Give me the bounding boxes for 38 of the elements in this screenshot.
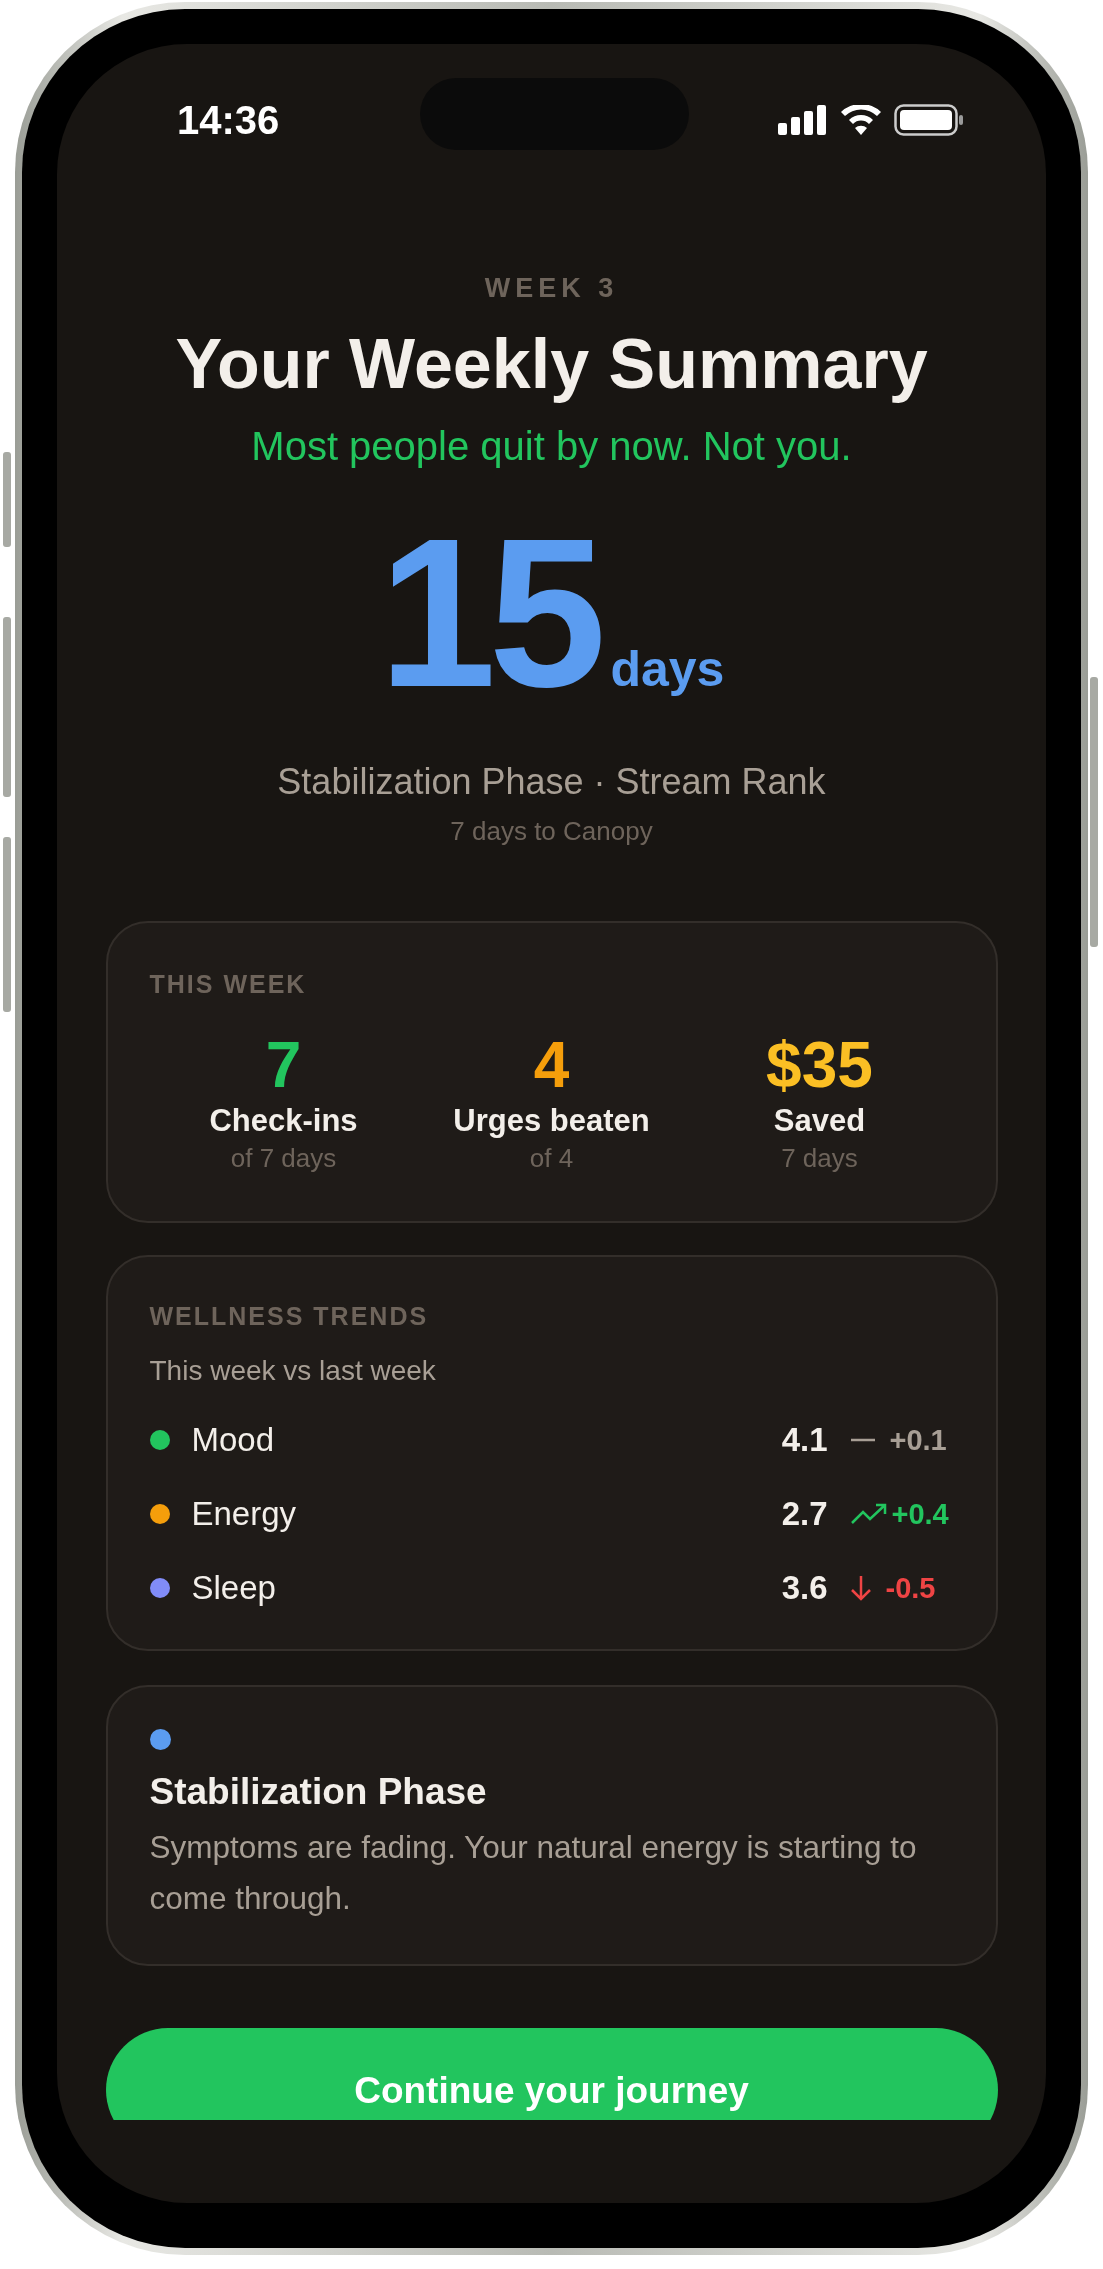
arrow-down-icon (849, 1574, 872, 1602)
stat-value: 7 (265, 1029, 302, 1101)
streak-unit: days (610, 640, 725, 698)
dash-icon (849, 1438, 876, 1442)
stat-detail: 7 days (781, 1142, 858, 1175)
metric-name: Sleep (191, 1569, 277, 1607)
stat-label: Check-ins (209, 1103, 358, 1139)
stat-detail: of 4 (529, 1142, 574, 1175)
battery-icon (894, 104, 964, 136)
metric-name: Energy (191, 1495, 298, 1533)
tagline: Most people quit by now. Not you. (251, 424, 852, 468)
streak-count: 15 (378, 508, 599, 718)
stat-detail: of 7 days (230, 1142, 337, 1175)
metric-score: 2.7 (781, 1495, 828, 1533)
phase-title: Stabilization Phase (149, 1770, 488, 1814)
trending-up-icon (849, 1503, 888, 1525)
stat-label: Saved (773, 1103, 866, 1139)
metric-change: +0.4 (891, 1497, 949, 1531)
metric-score: 4.1 (781, 1421, 828, 1459)
phase-dot (149, 1729, 171, 1750)
stat-value: 4 (533, 1029, 570, 1101)
card-subtitle: This week vs last week (149, 1354, 437, 1388)
metric-name: Mood (191, 1421, 276, 1459)
week-label: WEEK 3 (484, 272, 619, 304)
stat-value: $35 (766, 1029, 873, 1101)
stat-label: Urges beaten (453, 1103, 650, 1139)
status-time: 14:36 (177, 97, 280, 143)
signal-icon (778, 105, 828, 135)
phase-rank-line: Stabilization Phase · Stream Rank (277, 762, 826, 802)
metric-change: +0.1 (889, 1423, 947, 1457)
card-heading: WELLNESS TRENDS (149, 1301, 430, 1331)
card-heading: THIS WEEK (149, 969, 308, 999)
metric-change: -0.5 (885, 1571, 936, 1605)
phase-description: Symptoms are fading. Your natural energy is starting to come through. (149, 1828, 918, 1918)
continue-button[interactable]: Continue your journey (105, 2028, 998, 2120)
next-rank-text: 7 days to Canopy (450, 815, 653, 848)
wifi-icon (840, 105, 882, 135)
metric-score: 3.6 (781, 1569, 828, 1607)
